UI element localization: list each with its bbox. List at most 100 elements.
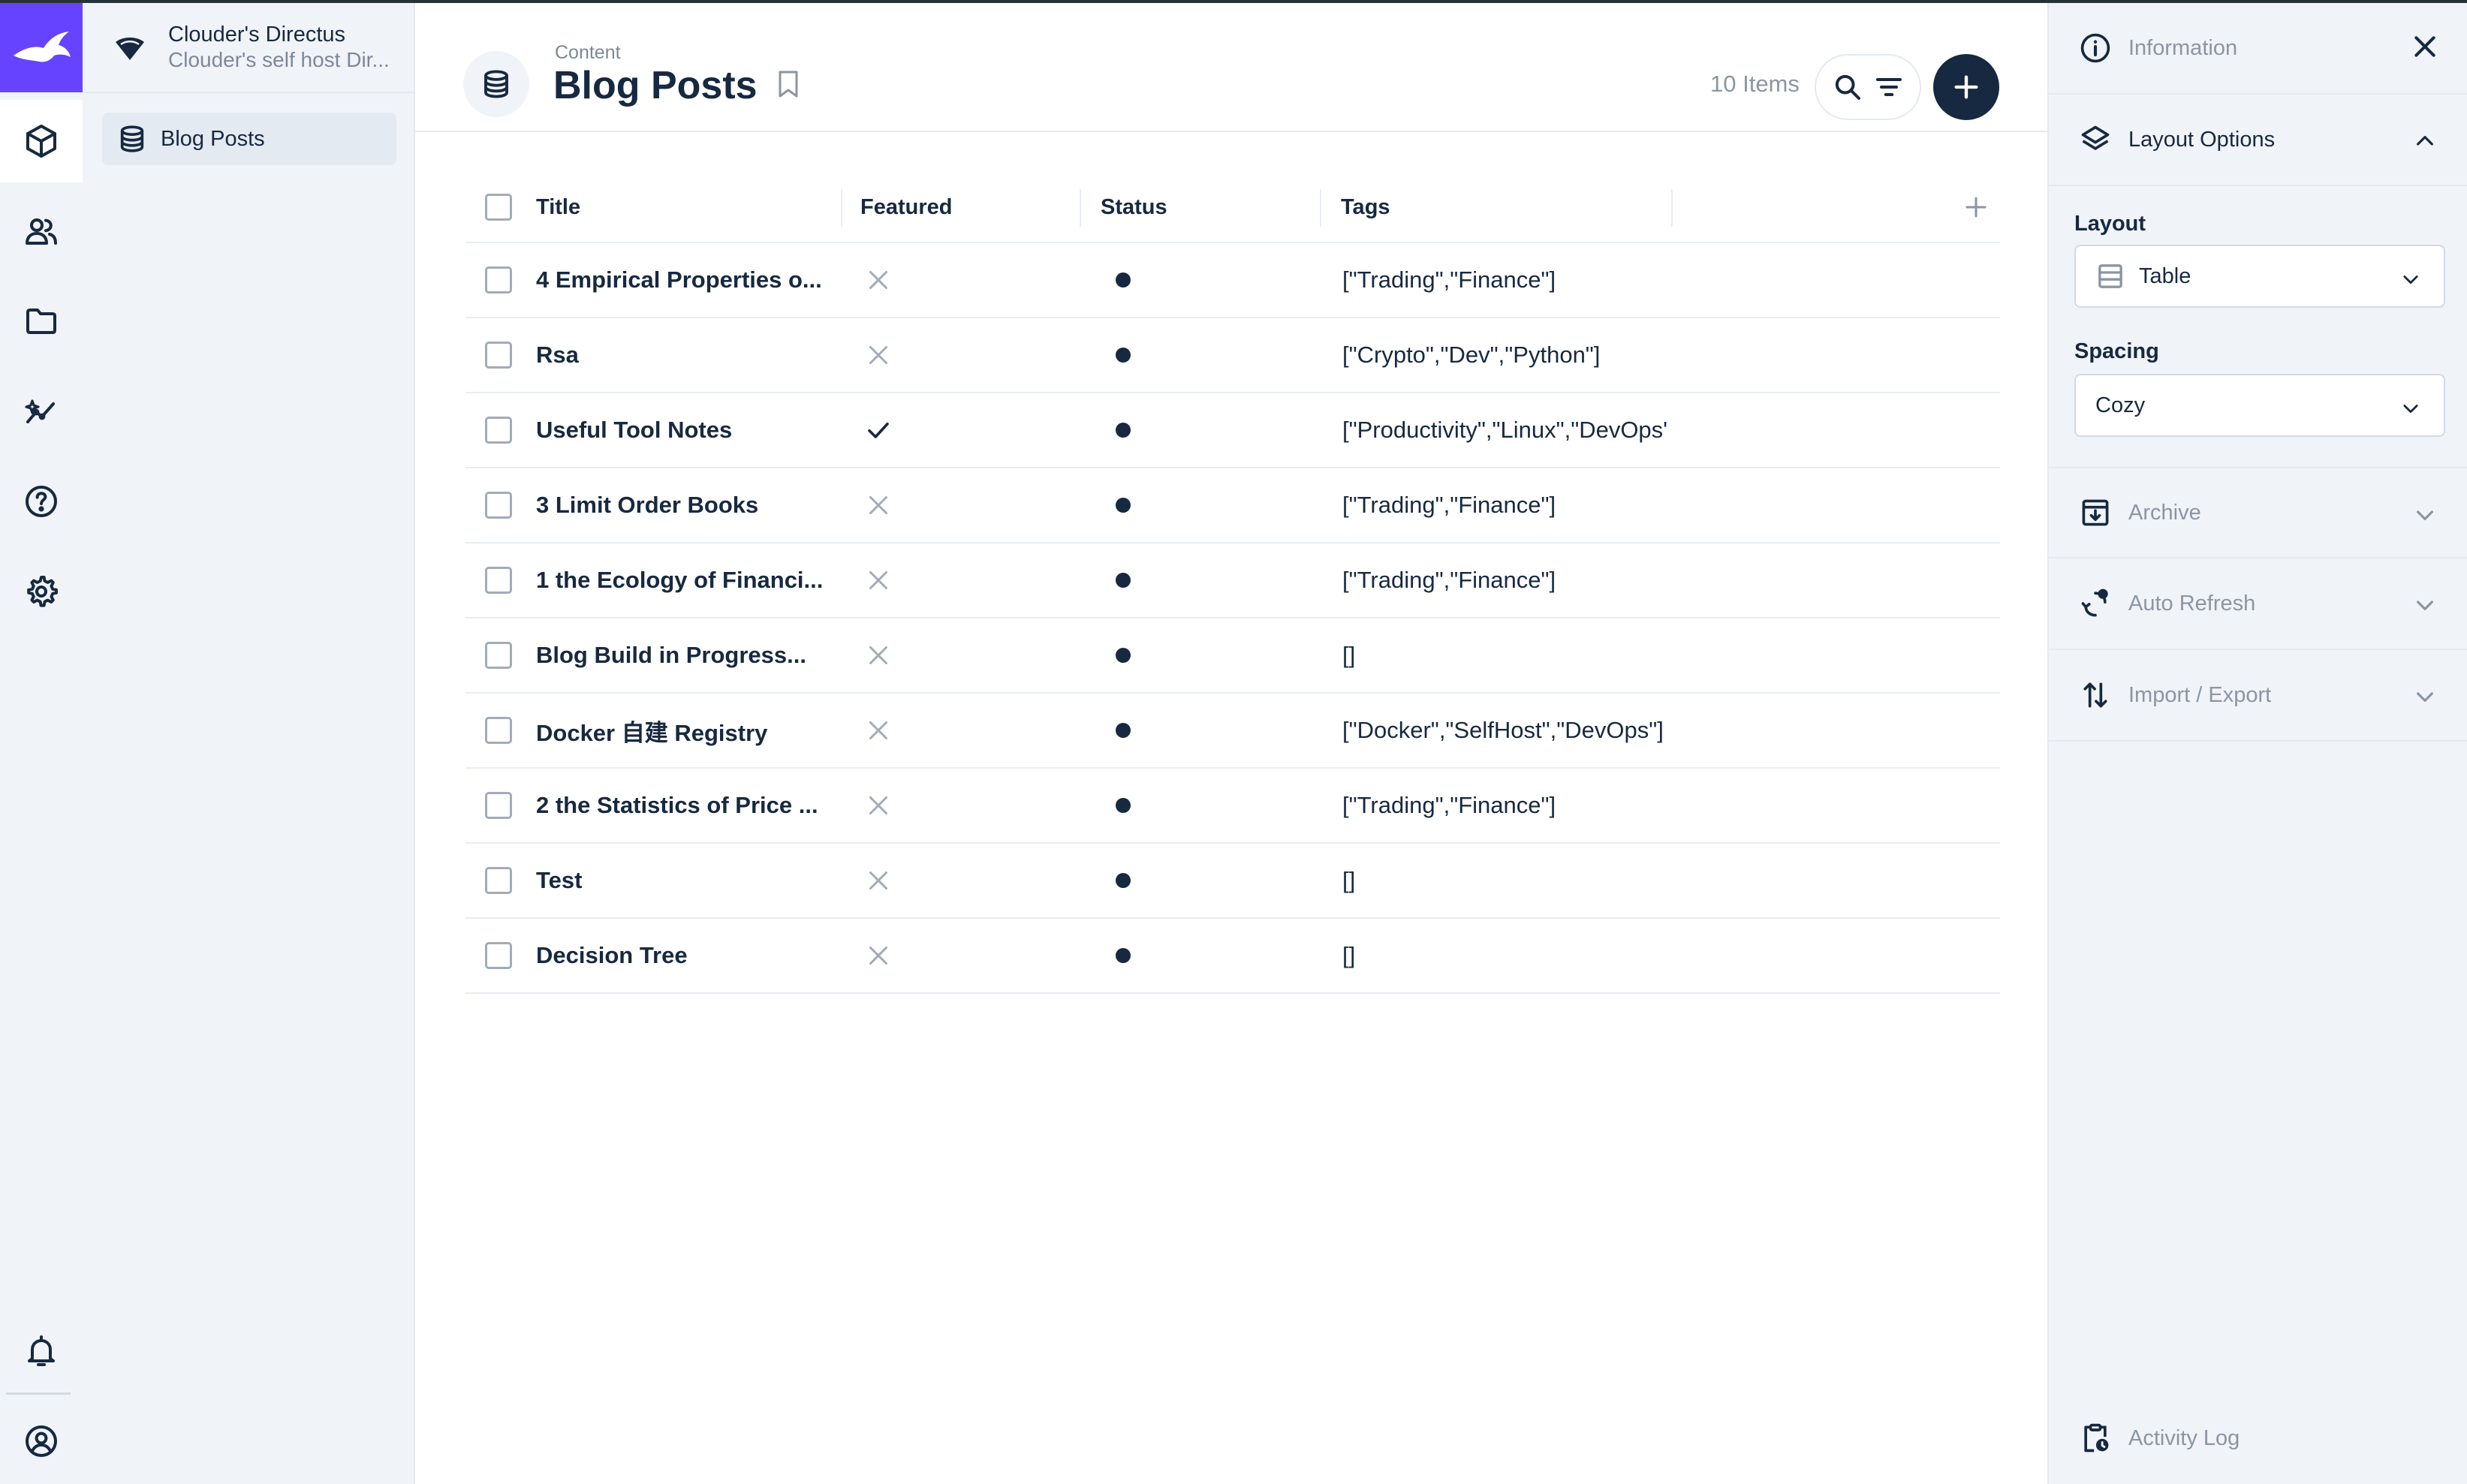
cell-featured [865, 619, 1090, 692]
collection-icon-badge [463, 51, 529, 117]
cell-status [1102, 769, 1327, 842]
table-row[interactable]: Test [] [465, 844, 2000, 919]
table-row[interactable]: 2 the Statistics of Price ... ["Trading",… [465, 769, 2000, 844]
plus-icon [1954, 75, 1978, 99]
table-row[interactable]: 3 Limit Order Books ["Trading","Finance"] [465, 468, 2000, 543]
chevron-down-icon [2417, 601, 2433, 610]
row-checkbox[interactable] [485, 243, 514, 317]
column-resize-handle[interactable] [841, 189, 842, 227]
cell-featured [865, 243, 1090, 317]
table-row[interactable]: Useful Tool Notes ["Productivity","Linux"… [465, 393, 2000, 468]
cell-title: 4 Empirical Properties o... [536, 266, 822, 293]
item-count: 10 Items [1710, 71, 1800, 97]
row-checkbox[interactable] [485, 844, 514, 917]
cell-title: Test [536, 867, 583, 893]
navigation-panel: Clouder's Directus Clouder's self host D… [83, 3, 415, 1484]
chevron-down-icon [2417, 692, 2433, 702]
search-filter-bar[interactable] [1815, 54, 1921, 120]
users-module-icon[interactable] [0, 190, 83, 272]
row-checkbox[interactable] [485, 919, 514, 992]
x-icon [869, 496, 887, 514]
user-profile-icon[interactable] [0, 1400, 83, 1482]
add-column-icon[interactable] [1962, 194, 1990, 221]
activity-log-button[interactable]: Activity Log [2079, 1422, 2240, 1455]
status-dot [1116, 348, 1131, 363]
directus-logo[interactable] [0, 3, 83, 92]
database-icon [120, 125, 144, 152]
cell-featured [865, 769, 1090, 842]
settings-module-icon[interactable] [0, 550, 83, 633]
cell-status [1102, 468, 1327, 542]
table-row[interactable]: 1 the Ecology of Financi... ["Trading","F… [465, 543, 2000, 619]
import-export-label: Import / Export [2128, 682, 2272, 707]
chevron-up-icon[interactable] [2413, 129, 2437, 153]
project-info[interactable]: Clouder's Directus Clouder's self host D… [83, 3, 414, 93]
module-bar [0, 3, 83, 1484]
select-all-checkbox[interactable] [485, 173, 514, 242]
table-row[interactable]: 4 Empirical Properties o... ["Trading","F… [465, 243, 2000, 318]
row-checkbox[interactable] [485, 318, 514, 392]
archive-icon [2082, 499, 2109, 526]
column-resize-handle[interactable] [1320, 189, 1321, 227]
cell-tags: [] [1342, 942, 1356, 968]
row-checkbox[interactable] [485, 769, 514, 842]
table-row[interactable]: Docker 自建 Registry ["Docker","SelfHost","… [465, 694, 2000, 769]
column-header-status[interactable]: Status [1101, 173, 1326, 242]
page-header: Content Blog Posts 10 Items [415, 3, 2047, 132]
layout-select[interactable]: Table [2074, 245, 2445, 308]
search-icon[interactable] [1833, 72, 1863, 102]
content-module-icon[interactable] [0, 100, 83, 182]
x-icon [869, 646, 887, 664]
spacing-select-value: Cozy [2095, 393, 2146, 417]
filter-icon[interactable] [1874, 72, 1904, 102]
import-export-section[interactable]: Import / Export [2049, 650, 2467, 742]
row-checkbox[interactable] [485, 543, 514, 617]
files-module-icon[interactable] [0, 280, 83, 363]
notifications-icon[interactable] [0, 1310, 83, 1392]
table-header: Title Featured Status Tags [465, 173, 2000, 243]
table-row[interactable]: Rsa ["Crypto","Dev","Python"] [465, 318, 2000, 393]
help-module-icon[interactable] [0, 460, 83, 543]
create-item-button[interactable] [1933, 54, 1999, 120]
archive-section[interactable]: Archive [2049, 467, 2467, 558]
cell-featured [865, 919, 1090, 992]
cell-tags: ["Crypto","Dev","Python"] [1342, 342, 1601, 368]
spacing-label: Spacing [2074, 339, 2159, 363]
table-row[interactable]: Decision Tree [] [465, 919, 2000, 994]
column-header-featured[interactable]: Featured [860, 173, 1086, 242]
layout-label: Layout [2074, 212, 2146, 236]
layout-select-value: Table [2139, 263, 2191, 288]
status-dot [1116, 573, 1131, 588]
column-resize-handle[interactable] [1671, 189, 1673, 227]
cell-featured [865, 393, 1090, 467]
row-checkbox[interactable] [485, 468, 514, 542]
activity-log-icon [2084, 1423, 2109, 1452]
column-resize-handle[interactable] [1080, 189, 1081, 227]
cell-status [1102, 844, 1327, 917]
row-checkbox[interactable] [485, 393, 514, 467]
status-dot [1116, 723, 1131, 738]
auto-refresh-section[interactable]: Auto Refresh [2049, 558, 2467, 650]
bookmark-icon[interactable] [776, 69, 801, 99]
cell-title: Rsa [536, 342, 579, 368]
close-icon[interactable] [2410, 32, 2440, 62]
archive-label: Archive [2128, 500, 2201, 525]
cell-tags: ["Trading","Finance"] [1342, 792, 1556, 818]
table-row[interactable]: Blog Build in Progress... [] [465, 619, 2000, 694]
cell-featured [865, 694, 1090, 767]
nav-item-blog-posts[interactable]: Blog Posts [102, 113, 396, 165]
status-dot [1116, 272, 1131, 287]
project-name: Clouder's Directus [168, 23, 346, 47]
cell-title: Decision Tree [536, 942, 688, 968]
layout-options-section[interactable]: Layout Options [2049, 95, 2467, 186]
insights-module-icon[interactable] [0, 370, 83, 453]
nav-item-label: Blog Posts [161, 126, 265, 151]
cell-title: 3 Limit Order Books [536, 492, 759, 518]
information-section[interactable]: Information [2049, 3, 2467, 95]
cell-featured [865, 844, 1090, 917]
row-checkbox[interactable] [485, 694, 514, 767]
column-header-title[interactable]: Title [536, 173, 836, 242]
spacing-select[interactable]: Cozy [2074, 374, 2445, 437]
row-checkbox[interactable] [485, 619, 514, 692]
breadcrumb[interactable]: Content [555, 42, 621, 64]
